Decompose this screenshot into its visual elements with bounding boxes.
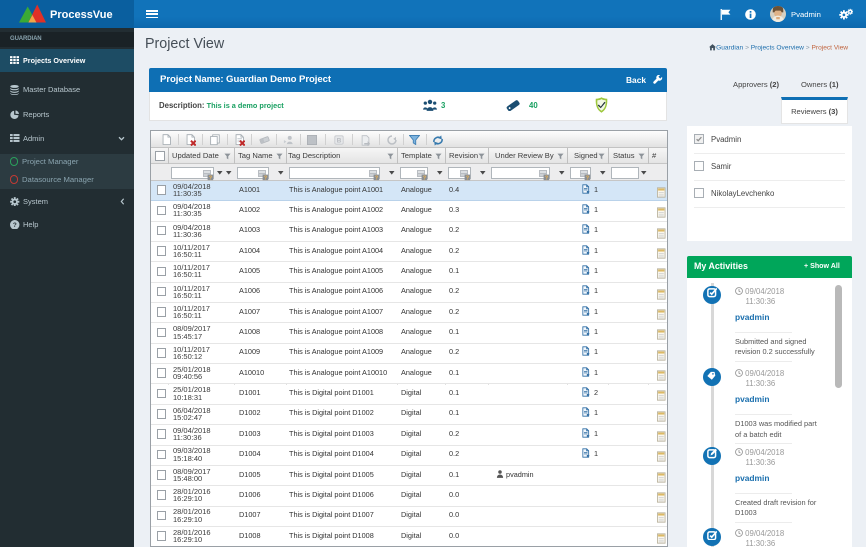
svg-text:?: ?: [13, 221, 17, 228]
svg-text:B: B: [336, 138, 341, 145]
